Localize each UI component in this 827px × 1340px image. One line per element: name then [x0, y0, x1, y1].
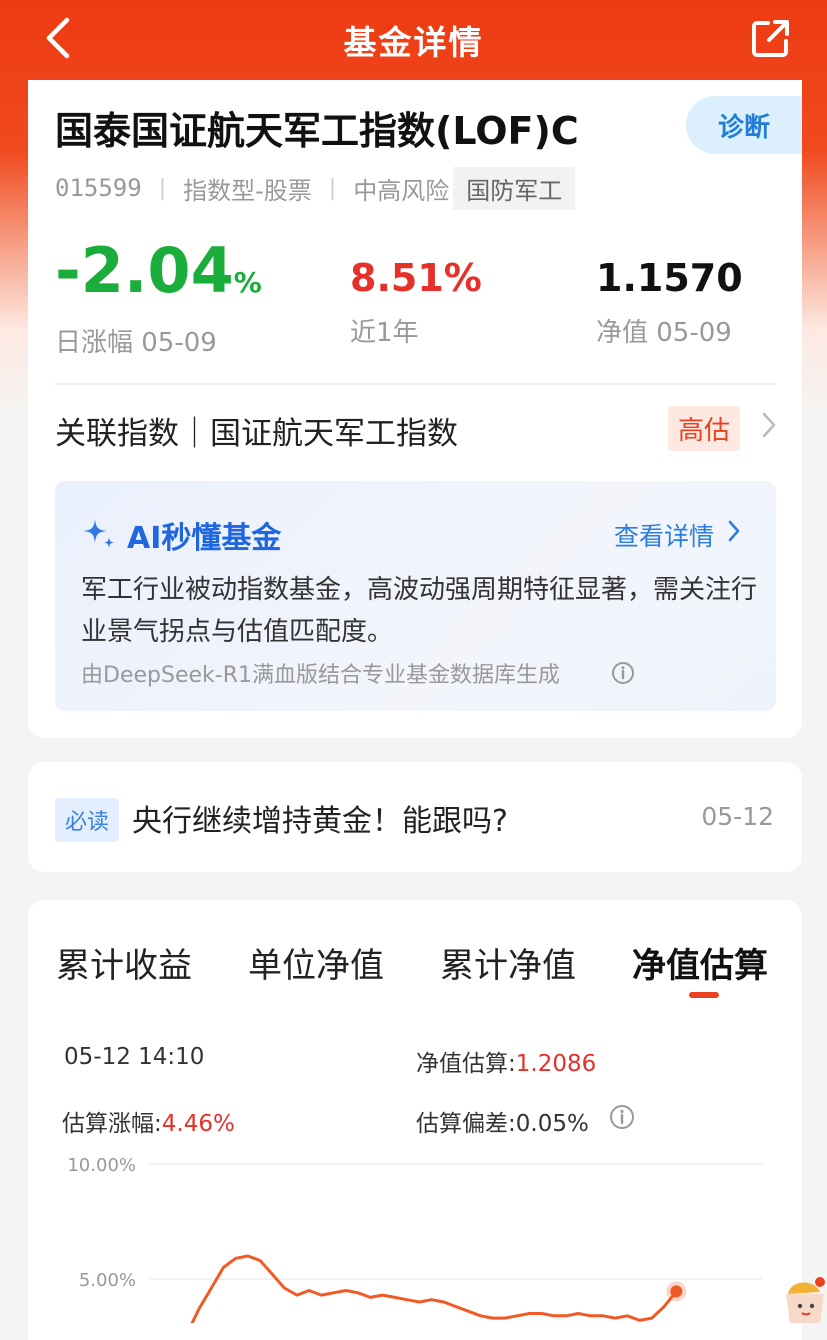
chevron-right-icon	[762, 412, 776, 438]
news-title: 央行继续增持黄金！能跟吗?	[132, 804, 508, 839]
stats-row: -2.04% 日涨幅 05-09 8.51% 近1年 1.1570 净值 05-…	[28, 240, 802, 359]
fund-meta: 015599 | 指数型-股票 | 中高风险 国防军工	[55, 166, 576, 210]
ai-view-details-label: 查看详情	[613, 522, 714, 551]
related-index-row[interactable]: 关联指数｜国证航天军工指数 高估	[55, 400, 776, 460]
ai-summary-text: 军工行业被动指数基金，高波动强周期特征显著，需关注行业景气拐点与估值匹配度。	[81, 575, 758, 647]
fund-type: 指数型-股票	[183, 176, 312, 205]
chart-y-tick-label: 5.00%	[79, 1270, 136, 1291]
info-icon[interactable]	[611, 661, 635, 685]
performance-card: 累计收益 单位净值 累计净值 净值估算 05-12 14:10 净值估算:1.2…	[28, 900, 802, 1340]
daily-change-stat: -2.04% 日涨幅 05-09	[55, 240, 262, 359]
fund-name: 国泰国证航天军工指数(LOF)C	[55, 109, 579, 153]
one-year-stat: 8.51% 近1年	[350, 256, 482, 349]
fund-risk: 中高风险	[353, 176, 450, 205]
nav-label: 净值 05-09	[596, 318, 732, 348]
ai-summary-box: AI秒懂基金 查看详情 军工行业被动指数基金，高波动强周期特征显著，需关注行业景…	[55, 481, 776, 711]
divider	[55, 383, 776, 385]
chevron-right-icon	[728, 520, 740, 542]
fund-code: 015599	[55, 174, 142, 202]
sparkle-icon	[83, 519, 114, 548]
one-year-value: 8.51%	[350, 256, 482, 300]
ai-title: AI秒懂基金	[127, 521, 282, 556]
chart-y-tick-label: 10.00%	[67, 1155, 136, 1176]
ai-view-details-link[interactable]: 查看详情	[614, 517, 740, 553]
daily-change-value: -2.04%	[55, 240, 262, 314]
chart-last-point	[670, 1285, 683, 1298]
nav-stat: 1.1570 净值 05-09	[596, 256, 743, 349]
ai-source-note: 由DeepSeek-R1满血版结合专业基金数据库生成	[81, 663, 560, 688]
must-read-badge: 必读	[55, 798, 120, 842]
daily-change-unit: %	[233, 266, 262, 299]
one-year-label: 近1年	[350, 318, 419, 348]
meta-separator: |	[158, 175, 167, 201]
daily-change-label: 日涨幅 05-09	[55, 328, 217, 358]
chart-series-line	[190, 1254, 678, 1323]
sector-tag[interactable]: 国防军工	[453, 166, 576, 210]
nav-value: 1.1570	[596, 256, 743, 300]
news-card[interactable]: 必读 央行继续增持黄金！能跟吗? 05-12	[28, 762, 802, 872]
page-title: 基金详情	[343, 23, 484, 62]
meta-separator: |	[328, 175, 337, 201]
share-icon	[752, 20, 789, 57]
floating-mascot-icon[interactable]	[780, 1272, 827, 1323]
fund-summary-card: 国泰国证航天军工指数(LOF)C 诊断 015599 | 指数型-股票 | 中高…	[28, 80, 802, 738]
diagnose-button[interactable]: 诊断	[686, 96, 802, 154]
related-index-text: 关联指数｜国证航天军工指数	[55, 416, 458, 452]
valuation-badge: 高估	[667, 406, 740, 451]
news-date: 05-12	[701, 802, 774, 831]
share-button[interactable]	[745, 12, 797, 64]
app-header: 基金详情	[0, 0, 827, 76]
nav-estimate-chart: 10.00% 5.00%	[67, 1155, 762, 1323]
daily-change-number: -2.04	[55, 234, 234, 307]
